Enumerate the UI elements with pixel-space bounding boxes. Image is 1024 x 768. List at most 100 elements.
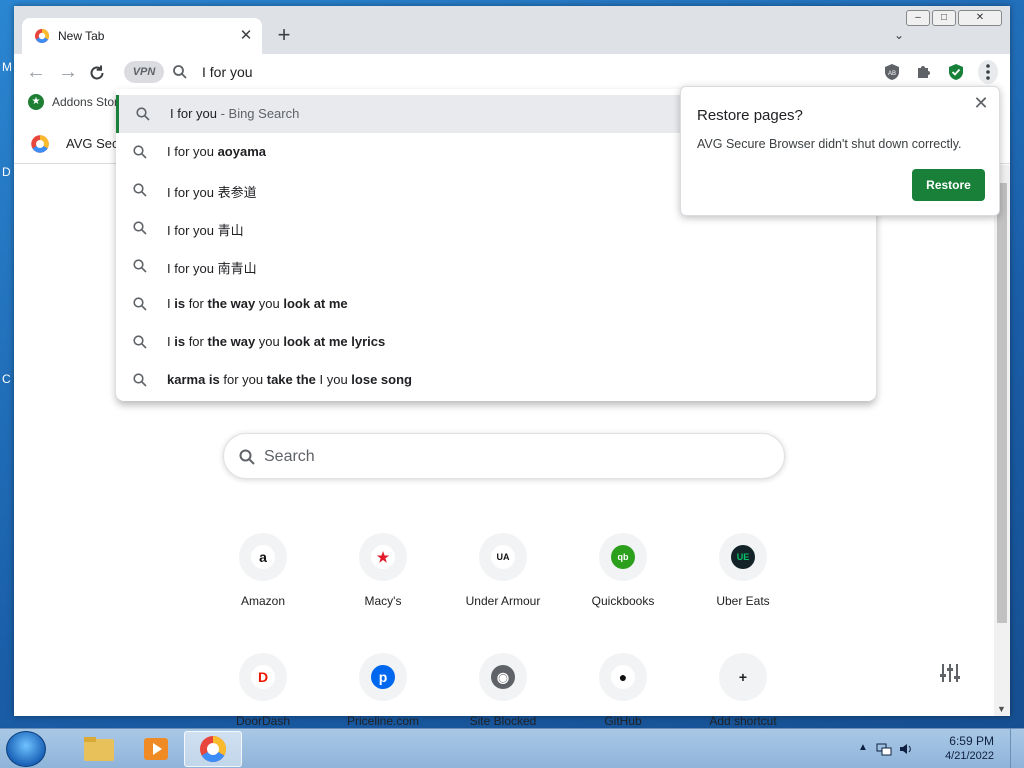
shortcut-icon-circle: a bbox=[239, 533, 287, 581]
shortcut-icon-circle: ★ bbox=[359, 533, 407, 581]
shortcut-favicon-icon: + bbox=[731, 665, 755, 689]
clock-date[interactable]: 4/21/2022 bbox=[945, 750, 994, 762]
address-bar[interactable]: VPN bbox=[118, 56, 874, 88]
shortcut-favicon-icon: qb bbox=[611, 545, 635, 569]
scrollbar-thumb[interactable] bbox=[997, 183, 1007, 623]
suggestion-item[interactable]: karma is for you take the I you lose son… bbox=[116, 361, 876, 399]
toolbar: ← → VPN AB bbox=[14, 54, 1010, 90]
system-tray: ▲ 6:59 PM 4/21/2022 bbox=[854, 729, 1024, 768]
shortcut-tile[interactable]: p Priceline.com bbox=[327, 653, 439, 733]
menu-kebab-icon[interactable] bbox=[978, 60, 998, 84]
suggestion-text: I for you 南青山 bbox=[167, 261, 257, 276]
shortcut-icon-circle: D bbox=[239, 653, 287, 701]
ntp-search-input[interactable] bbox=[264, 446, 744, 468]
search-icon bbox=[133, 183, 147, 197]
close-icon[interactable]: ✕ bbox=[971, 93, 991, 113]
suggestion-text: I for you aoyama bbox=[167, 144, 266, 159]
customize-sliders-icon[interactable] bbox=[938, 661, 962, 685]
start-button[interactable] bbox=[6, 731, 46, 767]
shortcut-label: DoorDash bbox=[235, 714, 291, 728]
shortcut-label: Amazon bbox=[240, 594, 286, 608]
search-icon bbox=[133, 297, 147, 311]
shortcut-icon-circle: UE bbox=[719, 533, 767, 581]
minimize-button[interactable]: – bbox=[906, 10, 930, 26]
security-shield-icon[interactable] bbox=[946, 62, 966, 82]
suggestion-text: I is for the way you look at me bbox=[167, 296, 348, 311]
close-window-button[interactable]: ✕ bbox=[958, 10, 1002, 26]
tab-title: New Tab bbox=[58, 29, 105, 43]
suggestion-item[interactable]: I is for the way you look at me bbox=[116, 285, 876, 323]
popup-title: Restore pages? bbox=[697, 107, 803, 124]
maximize-button[interactable]: □ bbox=[932, 10, 956, 26]
suggestion-item[interactable]: I for you 南青山 bbox=[116, 247, 876, 285]
scroll-down-arrow-icon[interactable]: ▼ bbox=[997, 704, 1006, 714]
shortcut-tile[interactable]: a Amazon bbox=[207, 533, 319, 613]
vpn-button[interactable]: VPN bbox=[124, 61, 164, 83]
reload-icon[interactable] bbox=[88, 64, 106, 82]
addons-store-icon: ★ bbox=[28, 94, 44, 110]
shortcut-tile[interactable]: + Add shortcut bbox=[687, 653, 799, 733]
network-icon[interactable] bbox=[876, 741, 892, 757]
desktop-icon-label-fragment: D bbox=[2, 165, 11, 179]
shortcut-favicon-icon: ● bbox=[611, 665, 635, 689]
shortcut-icon-circle: p bbox=[359, 653, 407, 701]
tab-search-icon[interactable]: ⌄ bbox=[894, 28, 904, 42]
shortcut-label: Under Armour bbox=[465, 594, 541, 608]
shortcut-tile[interactable]: UA Under Armour bbox=[447, 533, 559, 613]
shortcut-favicon-icon: ◉ bbox=[491, 665, 515, 689]
bookmark-addons-store[interactable]: ★ Addons Store bbox=[28, 94, 125, 110]
shortcut-icon-circle: UA bbox=[479, 533, 527, 581]
suggestion-item[interactable]: I is for the way you look at me lyrics bbox=[116, 323, 876, 361]
shortcut-tile[interactable]: qb Quickbooks bbox=[567, 533, 679, 613]
address-input[interactable] bbox=[202, 62, 802, 82]
shortcut-favicon-icon: ★ bbox=[371, 545, 395, 569]
forward-arrow-icon[interactable]: → bbox=[56, 60, 80, 84]
restore-button[interactable]: Restore bbox=[912, 169, 985, 201]
shortcut-tile[interactable]: UE Uber Eats bbox=[687, 533, 799, 613]
shortcut-tile[interactable]: ★ Macy's bbox=[327, 533, 439, 613]
shortcut-tile[interactable]: ● GitHub bbox=[567, 653, 679, 733]
avg-browser-taskbar-button[interactable] bbox=[184, 731, 242, 767]
svg-text:AB: AB bbox=[888, 71, 896, 77]
suggestion-text: I for you 青山 bbox=[167, 223, 244, 238]
back-arrow-icon[interactable]: ← bbox=[24, 60, 48, 84]
desktop-icon-label-fragment: C bbox=[2, 372, 11, 386]
new-tab-button[interactable]: + bbox=[270, 22, 298, 50]
clock-time[interactable]: 6:59 PM bbox=[949, 734, 994, 748]
media-player-taskbar-button[interactable] bbox=[128, 731, 186, 767]
shortcut-favicon-icon: D bbox=[251, 665, 275, 689]
volume-icon[interactable] bbox=[898, 741, 914, 757]
tab-close-icon[interactable]: ✕ bbox=[236, 26, 256, 46]
shortcut-favicon-icon: p bbox=[371, 665, 395, 689]
search-icon bbox=[133, 221, 147, 235]
suggestion-text: I for you 表参道 bbox=[167, 185, 257, 200]
suggestion-text: karma is for you take the I you lose son… bbox=[167, 372, 412, 387]
restore-pages-popup: Restore pages? AVG Secure Browser didn't… bbox=[680, 86, 1000, 216]
shortcut-label: Macy's bbox=[364, 594, 402, 608]
ntp-search-box[interactable] bbox=[223, 433, 785, 479]
show-desktop-button[interactable] bbox=[1010, 729, 1024, 768]
tab-new-tab[interactable]: New Tab ✕ bbox=[22, 18, 262, 54]
shortcut-icon-circle: qb bbox=[599, 533, 647, 581]
file-explorer-taskbar-button[interactable] bbox=[70, 731, 128, 767]
antitrack-shield-icon[interactable]: AB bbox=[882, 62, 902, 82]
bookmark-label: Addons Store bbox=[52, 95, 125, 109]
page-scrollbar[interactable]: ▼ bbox=[994, 165, 1010, 716]
search-icon bbox=[133, 373, 147, 387]
shortcut-label: GitHub bbox=[604, 714, 642, 728]
shortcut-tile[interactable]: D DoorDash bbox=[207, 653, 319, 733]
desktop-icon-label-fragment: M bbox=[2, 60, 12, 74]
search-icon bbox=[136, 107, 150, 121]
show-hidden-icons-chevron-icon[interactable]: ▲ bbox=[858, 742, 868, 753]
suggestion-text: I is for the way you look at me lyrics bbox=[167, 334, 386, 349]
extensions-puzzle-icon[interactable] bbox=[914, 62, 934, 82]
shortcut-favicon-icon: UA bbox=[491, 545, 515, 569]
folder-icon bbox=[84, 737, 114, 761]
popup-message: AVG Secure Browser didn't shut down corr… bbox=[697, 137, 962, 151]
media-player-icon bbox=[144, 738, 168, 760]
shortcut-label: Quickbooks bbox=[591, 594, 655, 608]
more-vert-icon bbox=[986, 64, 990, 80]
shortcut-tile[interactable]: ◉ Site Blocked bbox=[447, 653, 559, 733]
shortcut-favicon-icon: UE bbox=[731, 545, 755, 569]
shortcut-label: Site Blocked bbox=[469, 714, 537, 728]
